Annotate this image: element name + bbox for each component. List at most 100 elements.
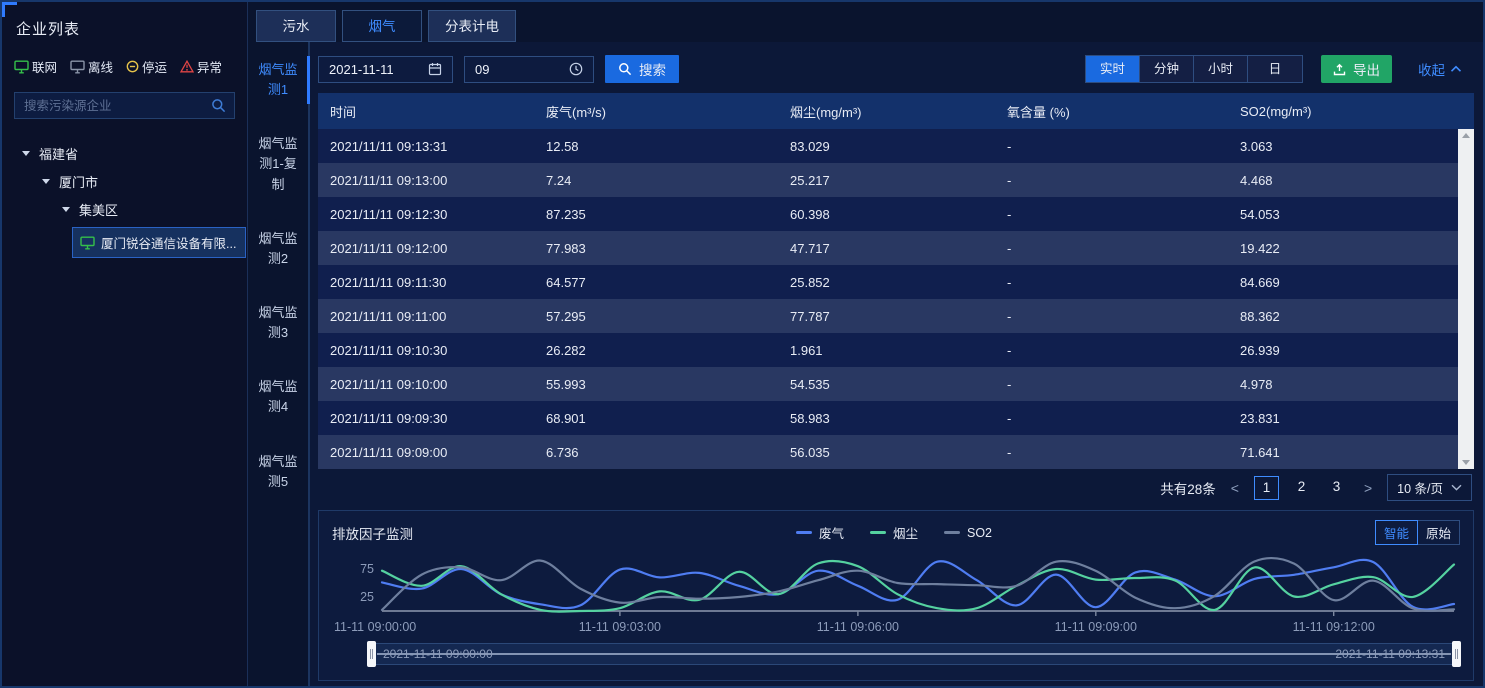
legend-烟尘[interactable]: 烟尘 (870, 523, 918, 542)
tree-node-label: 集美区 (79, 200, 118, 219)
datazoom-left-handle[interactable] (367, 641, 376, 667)
table-cell: 2021/11/11 09:10:00 (318, 377, 534, 392)
tree-node-district[interactable]: 集美区 (14, 195, 235, 223)
date-picker[interactable] (318, 56, 453, 83)
tab-烟气[interactable]: 烟气 (342, 10, 422, 42)
scroll-up-icon[interactable] (1462, 133, 1470, 138)
enterprise-search-input[interactable] (24, 99, 211, 113)
station-tab-烟气监测2[interactable]: 烟气监测2 (248, 223, 308, 275)
table-cell: 26.282 (534, 343, 778, 358)
page-3[interactable]: 3 (1324, 476, 1349, 500)
tab-污水[interactable]: 污水 (256, 10, 336, 42)
datazoom-slider[interactable]: 2021-11-11 09:00:00 2021-11-11 09:13:31 (371, 643, 1457, 665)
table-cell: 6.736 (534, 445, 778, 460)
page-2[interactable]: 2 (1289, 476, 1314, 500)
table-header: 时间废气(m³/s)烟尘(mg/m³)氧含量 (%)SO2(mg/m³) (318, 93, 1474, 129)
export-button[interactable]: 导出 (1321, 55, 1392, 83)
table-cell: - (995, 207, 1228, 222)
status-label: 离线 (88, 57, 113, 76)
station-tab-烟气监测1[interactable]: 烟气监测1 (248, 54, 308, 106)
interval-分钟[interactable]: 分钟 (1140, 56, 1194, 82)
interval-小时[interactable]: 小时 (1194, 56, 1248, 82)
page-size-select[interactable]: 10 条/页 (1387, 474, 1472, 501)
table-row[interactable]: 2021/11/11 09:13:007.2425.217-4.468 (318, 163, 1474, 197)
prev-page-icon[interactable]: < (1229, 480, 1241, 496)
page-1[interactable]: 1 (1254, 476, 1279, 500)
time-picker[interactable] (464, 56, 594, 83)
table-cell: 68.901 (534, 411, 778, 426)
main-area: 污水烟气分表计电 烟气监测1 烟气监测1-复制烟气监测2 烟气监测3 烟气监测4 烟气监… (248, 2, 1483, 686)
date-input[interactable] (329, 62, 419, 77)
table-row[interactable]: 2021/11/11 09:12:3087.23560.398-54.053 (318, 197, 1474, 231)
legend-dash-icon (870, 531, 886, 534)
next-page-icon[interactable]: > (1362, 480, 1374, 496)
status-online: 联网 (14, 57, 57, 76)
clock-icon (569, 62, 583, 76)
mode-智能[interactable]: 智能 (1375, 520, 1418, 545)
collapse-toggle[interactable]: 收起 (1418, 59, 1462, 79)
table-row[interactable]: 2021/11/11 09:09:3068.90158.983-23.831 (318, 401, 1474, 435)
tab-分表计电[interactable]: 分表计电 (428, 10, 516, 42)
corner-accent (2, 2, 17, 17)
scroll-down-icon[interactable] (1462, 460, 1470, 465)
table-cell: 77.787 (778, 309, 995, 324)
tree-node-city[interactable]: 厦门市 (14, 167, 235, 195)
station-tab-烟气监测4[interactable]: 烟气监测4 (248, 371, 308, 423)
datazoom-right-handle[interactable] (1452, 641, 1461, 667)
mode-原始[interactable]: 原始 (1417, 520, 1460, 545)
calendar-icon (428, 62, 442, 76)
table-scrollbar[interactable] (1458, 129, 1474, 469)
app-window: 企业列表 联网离线停运异常 福建省 厦门市 集美区 厦门锐谷通信设备 (0, 0, 1485, 688)
table-body: 2021/11/11 09:13:3112.5883.029-3.0632021… (318, 129, 1474, 469)
status-legend: 联网离线停运异常 (14, 57, 235, 76)
measurements-table: 时间废气(m³/s)烟尘(mg/m³)氧含量 (%)SO2(mg/m³) 202… (318, 93, 1474, 469)
online-icon (14, 60, 29, 74)
column-header: 废气(m³/s) (534, 102, 778, 121)
company-name: 厦门锐谷通信设备有限... (101, 233, 236, 252)
svg-text:11-11 09:06:00: 11-11 09:06:00 (817, 620, 899, 634)
search-icon[interactable] (211, 98, 226, 113)
column-header: 烟尘(mg/m³) (778, 102, 995, 121)
abnormal-icon (180, 60, 194, 73)
table-cell: - (995, 309, 1228, 324)
status-label: 异常 (197, 57, 222, 76)
table-row[interactable]: 2021/11/11 09:10:3026.2821.961-26.939 (318, 333, 1474, 367)
filter-toolbar: 搜索 实时分钟小时日 导出 收起 (318, 48, 1474, 90)
interval-日[interactable]: 日 (1248, 56, 1302, 82)
search-button[interactable]: 搜索 (605, 55, 679, 83)
table-cell: 2021/11/11 09:12:00 (318, 241, 534, 256)
station-tab-烟气监测3[interactable]: 烟气监测3 (248, 297, 308, 349)
table-cell: 2021/11/11 09:10:30 (318, 343, 534, 358)
time-input[interactable] (475, 62, 565, 77)
tree-node-province[interactable]: 福建省 (14, 139, 235, 167)
station-tab-烟气监测5[interactable]: 烟气监测5 (248, 446, 308, 498)
table-row[interactable]: 2021/11/11 09:09:006.73656.035-71.641 (318, 435, 1474, 469)
table-cell: 23.831 (1228, 411, 1474, 426)
table-cell: 54.053 (1228, 207, 1474, 222)
table-cell: 2021/11/11 09:11:00 (318, 309, 534, 324)
legend-SO2[interactable]: SO2 (944, 526, 992, 540)
station-tab-烟气监测1-复制[interactable]: 烟气监测1-复制 (248, 128, 308, 200)
legend-废气[interactable]: 废气 (796, 523, 844, 542)
table-cell: 4.978 (1228, 377, 1474, 392)
table-cell: - (995, 241, 1228, 256)
svg-text:11-11 09:12:00: 11-11 09:12:00 (1293, 620, 1375, 634)
caret-down-icon (62, 207, 70, 212)
table-cell: 25.217 (778, 173, 995, 188)
table-cell: 26.939 (1228, 343, 1474, 358)
chart-mode-group: 智能原始 (1375, 520, 1460, 545)
export-icon (1333, 63, 1346, 76)
page-size-value: 10 条/页 (1397, 478, 1443, 497)
interval-实时[interactable]: 实时 (1086, 56, 1140, 82)
table-row[interactable]: 2021/11/11 09:12:0077.98347.717-19.422 (318, 231, 1474, 265)
table-cell: 58.983 (778, 411, 995, 426)
svg-text:11-11 09:03:00: 11-11 09:03:00 (579, 620, 661, 634)
tree-node-company-selected[interactable]: 厦门锐谷通信设备有限... (72, 227, 246, 258)
table-cell: 56.035 (778, 445, 995, 460)
table-cell: 2021/11/11 09:11:30 (318, 275, 534, 290)
legend-label: 废气 (819, 523, 844, 542)
table-row[interactable]: 2021/11/11 09:11:3064.57725.852-84.669 (318, 265, 1474, 299)
table-row[interactable]: 2021/11/11 09:13:3112.5883.029-3.063 (318, 129, 1474, 163)
table-row[interactable]: 2021/11/11 09:11:0057.29577.787-88.362 (318, 299, 1474, 333)
table-row[interactable]: 2021/11/11 09:10:0055.99354.535-4.978 (318, 367, 1474, 401)
